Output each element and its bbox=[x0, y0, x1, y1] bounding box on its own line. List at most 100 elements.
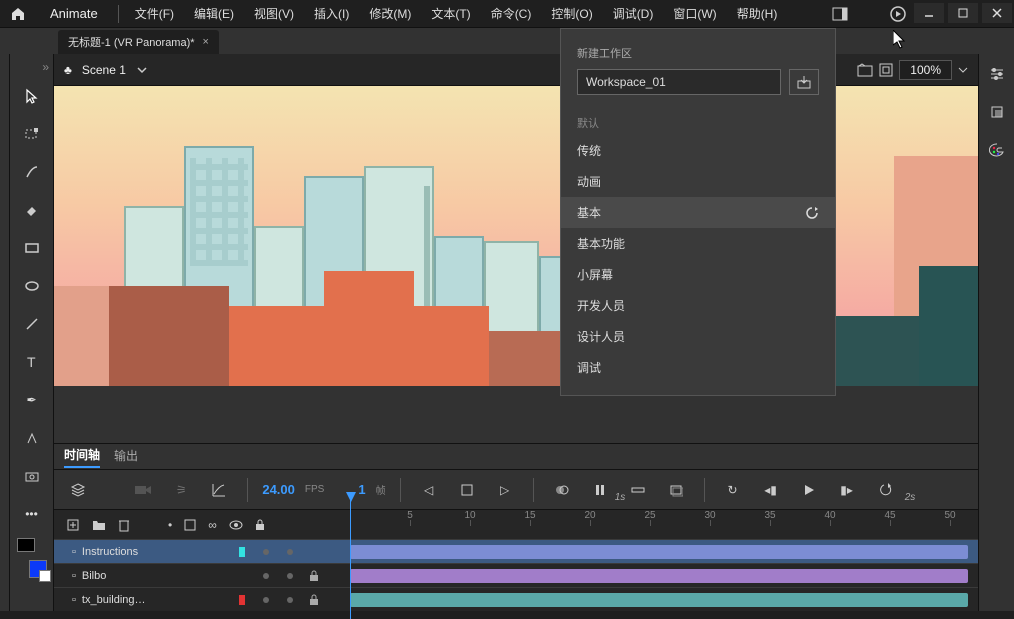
library-icon[interactable] bbox=[985, 100, 1009, 124]
repeat-icon[interactable] bbox=[871, 476, 899, 504]
onion-icon[interactable] bbox=[548, 476, 576, 504]
brush-tool[interactable] bbox=[16, 156, 48, 188]
workspace-icon[interactable] bbox=[826, 0, 854, 28]
menu-commands[interactable]: 命令(C) bbox=[481, 0, 542, 28]
vis-col-icon[interactable]: • bbox=[168, 518, 172, 532]
layer-strip[interactable] bbox=[350, 593, 968, 607]
scene-clubs-icon[interactable]: ♣ bbox=[64, 63, 72, 77]
tab-timeline[interactable]: 时间轴 bbox=[64, 446, 100, 468]
workspace-item[interactable]: 传统 bbox=[561, 135, 835, 166]
vis2-col-icon[interactable] bbox=[184, 519, 196, 531]
rectangle-tool[interactable] bbox=[16, 232, 48, 264]
workspace-item[interactable]: 动画 bbox=[561, 166, 835, 197]
zoom-value[interactable]: 100% bbox=[899, 60, 952, 80]
workspace-item[interactable]: 调试 bbox=[561, 352, 835, 383]
layer-name: Instructions bbox=[82, 546, 138, 558]
free-transform-tool[interactable] bbox=[16, 118, 48, 150]
menu-window[interactable]: 窗口(W) bbox=[663, 0, 726, 28]
title-bar: Animate 文件(F) 编辑(E) 视图(V) 插入(I) 修改(M) 文本… bbox=[0, 0, 1014, 28]
layer-name: tx_building… bbox=[82, 594, 146, 606]
menu-edit[interactable]: 编辑(E) bbox=[184, 0, 244, 28]
add-layer-icon[interactable] bbox=[66, 518, 80, 532]
minimize-button[interactable] bbox=[914, 3, 944, 23]
oval-tool[interactable] bbox=[16, 270, 48, 302]
workspace-item[interactable]: 小屏幕 bbox=[561, 259, 835, 290]
reset-icon[interactable] bbox=[805, 207, 819, 219]
home-button[interactable] bbox=[0, 0, 36, 28]
line-tool[interactable] bbox=[16, 308, 48, 340]
onion4-icon[interactable] bbox=[662, 476, 690, 504]
clip-icon[interactable] bbox=[857, 63, 873, 77]
menu-debug[interactable]: 调试(D) bbox=[603, 0, 664, 28]
timeline-controls: ⚞ 24.00 FPS 1 帧 ◁ ▷ ↻ ◂▮ ▮▸ bbox=[54, 469, 978, 509]
onion3-icon[interactable] bbox=[624, 476, 652, 504]
layer-strip[interactable] bbox=[350, 569, 968, 583]
scene-chevron-icon[interactable] bbox=[136, 64, 148, 76]
layer-strip[interactable] bbox=[350, 545, 968, 559]
to-start-icon[interactable]: ◂▮ bbox=[757, 476, 785, 504]
to-end-icon[interactable]: ▮▸ bbox=[833, 476, 861, 504]
fit-icon[interactable] bbox=[879, 63, 893, 77]
layer-row[interactable]: ▫tx_building… bbox=[54, 587, 978, 611]
menu-insert[interactable]: 插入(I) bbox=[304, 0, 359, 28]
sliders-icon[interactable] bbox=[985, 62, 1009, 86]
lock-col-icon[interactable] bbox=[255, 519, 265, 531]
color-swatches[interactable] bbox=[17, 548, 47, 578]
lock-icon[interactable] bbox=[302, 594, 326, 606]
workspace-item[interactable]: 基本 bbox=[561, 197, 835, 228]
trash-icon[interactable] bbox=[118, 518, 130, 532]
fps-value[interactable]: 24.00 bbox=[262, 482, 295, 497]
eye-col-icon[interactable] bbox=[229, 520, 243, 530]
workspace-item[interactable]: 设计人员 bbox=[561, 321, 835, 352]
camera-tool[interactable] bbox=[16, 460, 48, 492]
menu-view[interactable]: 视图(V) bbox=[244, 0, 304, 28]
camera-icon[interactable] bbox=[129, 476, 157, 504]
palette-icon[interactable] bbox=[985, 138, 1009, 162]
layers-icon[interactable] bbox=[64, 476, 92, 504]
stage[interactable] bbox=[54, 86, 978, 386]
maximize-button[interactable] bbox=[948, 3, 978, 23]
stage-wrap bbox=[54, 86, 978, 443]
eraser-tool[interactable] bbox=[16, 194, 48, 226]
menu-modify[interactable]: 修改(M) bbox=[359, 0, 421, 28]
document-tab[interactable]: 无标题-1 (VR Panorama)* × bbox=[58, 30, 219, 54]
keyframe-back-icon[interactable]: ◁ bbox=[415, 476, 443, 504]
folder-icon[interactable] bbox=[92, 519, 106, 531]
more-tools[interactable]: ••• bbox=[16, 498, 48, 530]
graph-icon[interactable] bbox=[205, 476, 233, 504]
rig-icon[interactable]: ⚞ bbox=[167, 476, 195, 504]
onion2-icon[interactable] bbox=[586, 476, 614, 504]
menu-help[interactable]: 帮助(H) bbox=[727, 0, 788, 28]
workspace-item[interactable]: 开发人员 bbox=[561, 290, 835, 321]
tab-output[interactable]: 输出 bbox=[114, 447, 138, 467]
frame-ruler[interactable]: 1s 2s 5101520253035404550 bbox=[344, 510, 978, 539]
eyedropper-tool[interactable] bbox=[16, 422, 48, 454]
lock-icon[interactable] bbox=[302, 570, 326, 582]
save-workspace-button[interactable] bbox=[789, 69, 819, 95]
workspace-item[interactable]: 基本功能 bbox=[561, 228, 835, 259]
play-icon[interactable] bbox=[884, 0, 912, 28]
menu-file[interactable]: 文件(F) bbox=[125, 0, 184, 28]
zoom-chevron-icon[interactable] bbox=[958, 65, 968, 75]
layer-row[interactable]: ▫Bilbo bbox=[54, 563, 978, 587]
scene-name[interactable]: Scene 1 bbox=[82, 63, 126, 77]
pen-tool[interactable]: ✒ bbox=[16, 384, 48, 416]
loop-icon[interactable]: ↻ bbox=[719, 476, 747, 504]
close-button[interactable] bbox=[982, 3, 1012, 23]
playhead-icon[interactable] bbox=[346, 492, 356, 502]
text-tool[interactable]: T bbox=[16, 346, 48, 378]
menu-text[interactable]: 文本(T) bbox=[421, 0, 480, 28]
play-button[interactable] bbox=[795, 476, 823, 504]
selection-tool[interactable] bbox=[16, 80, 48, 112]
keyframe-menu-icon[interactable] bbox=[453, 476, 481, 504]
layer-row[interactable]: ▫Instructions bbox=[54, 539, 978, 563]
frame-value[interactable]: 1 bbox=[358, 482, 365, 497]
menu-control[interactable]: 控制(O) bbox=[541, 0, 602, 28]
ruler-2s: 2s bbox=[905, 492, 916, 503]
tab-close-icon[interactable]: × bbox=[203, 36, 209, 48]
keyframe-fwd-icon[interactable]: ▷ bbox=[491, 476, 519, 504]
ruler-1s: 1s bbox=[615, 492, 626, 503]
workspace-name-input[interactable] bbox=[577, 69, 781, 95]
right-panel bbox=[978, 54, 1014, 611]
link-col-icon[interactable]: ∞ bbox=[208, 518, 217, 532]
